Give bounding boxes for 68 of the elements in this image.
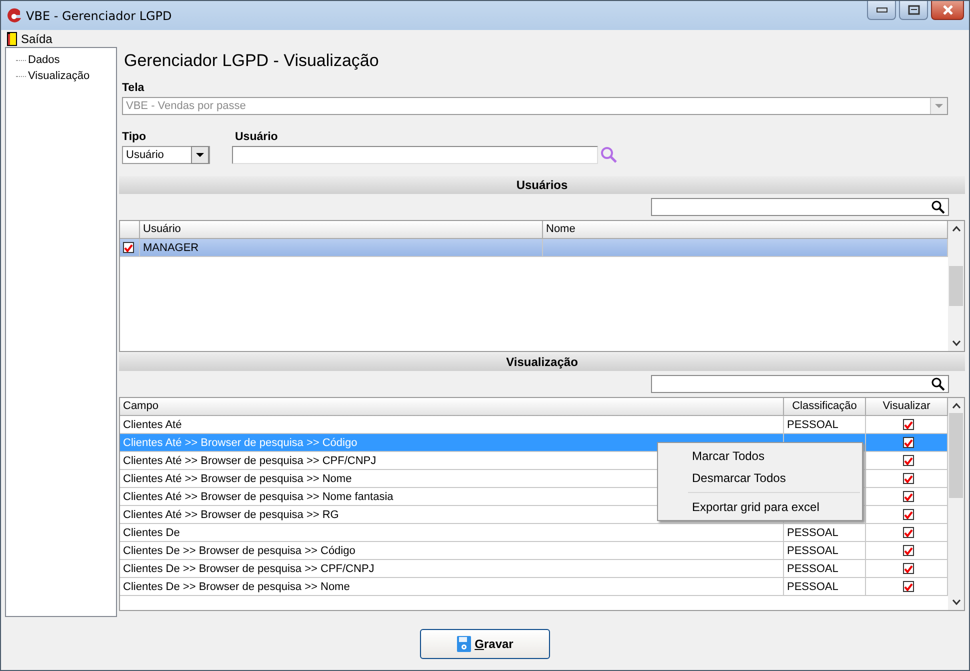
minimize-button[interactable] (867, 1, 896, 20)
checkbox[interactable] (123, 242, 134, 253)
search-icon[interactable] (600, 146, 618, 164)
user-input-field[interactable] (232, 146, 598, 164)
search-field[interactable] (651, 375, 949, 393)
field-label: Tela (122, 82, 146, 94)
type-dropdown[interactable]: Usuário (122, 146, 210, 164)
table-cell: PESSOAL (787, 544, 838, 556)
checkbox[interactable] (902, 455, 914, 466)
table-cell: Clientes Até >> Browser de pesquisa >> Nome (123, 472, 352, 484)
checkbox[interactable] (902, 437, 914, 448)
column-header[interactable]: Usuário (140, 221, 543, 238)
table-cell: PESSOAL (787, 562, 838, 574)
table-row[interactable]: Clientes De >> Browser de pesquisa >> Código PESSOAL (120, 542, 948, 560)
section-header: Visualização (119, 353, 965, 371)
search-icon (931, 377, 945, 391)
section-header: Usuários (119, 176, 965, 194)
tree-item[interactable]: Dados (28, 54, 60, 66)
checkbox[interactable] (902, 581, 914, 592)
checkbox[interactable] (902, 419, 914, 430)
table-cell: Clientes Até >> Browser de pesquisa >> CPF/CNPJ (123, 454, 376, 466)
table-cell: Clientes Até >> Browser de pesquisa >> RG (123, 508, 339, 520)
scrollbar[interactable] (948, 398, 964, 610)
scroll-down-icon[interactable] (952, 340, 960, 346)
table-cell: Clientes De >> Browser de pesquisa >> CPF/CNPJ (123, 562, 374, 574)
app-logo-icon (6, 8, 22, 24)
checkbox[interactable] (902, 473, 914, 484)
table-cell: PESSOAL (787, 580, 838, 592)
menu-item[interactable]: Desmarcar Todos (658, 467, 862, 489)
page-title: Gerenciador LGPD - Visualização (124, 51, 380, 71)
table-row[interactable]: Clientes De >> Browser de pesquisa >> CPF/CNPJ PESSOAL (120, 560, 948, 578)
table-cell: PESSOAL (787, 526, 838, 538)
checkbox[interactable] (902, 563, 914, 574)
checkbox[interactable] (902, 491, 914, 502)
table-cell: PESSOAL (787, 418, 838, 430)
maximize-icon (908, 5, 920, 15)
window-title: VBE - Gerenciador LGPD (26, 8, 172, 22)
menu-item[interactable]: Saída (5, 32, 54, 46)
column-header[interactable]: Campo (120, 398, 784, 415)
table-cell: Clientes Até >> Browser de pesquisa >> Nome fantasia (123, 490, 394, 502)
field-label: Usuário (235, 131, 279, 143)
search-icon (931, 200, 945, 214)
scroll-up-icon[interactable] (952, 226, 960, 232)
table-cell: Clientes De >> Browser de pesquisa >> Nome (123, 580, 350, 592)
column-header[interactable]: Classificação (784, 398, 866, 415)
table-row[interactable]: MANAGER (120, 239, 948, 257)
field-label: Tipo (122, 131, 148, 143)
table-cell: Clientes De (123, 526, 180, 538)
maximize-button[interactable] (899, 1, 928, 20)
tree-item[interactable]: Visualização (28, 70, 90, 82)
checkbox[interactable] (902, 545, 914, 556)
checkbox[interactable] (902, 509, 914, 520)
search-field[interactable] (651, 198, 949, 216)
save-button[interactable]: Gravar (420, 629, 550, 659)
checkbox[interactable] (902, 527, 914, 538)
minimize-icon (876, 7, 888, 13)
close-button[interactable] (931, 1, 964, 20)
door-icon (7, 32, 17, 46)
scroll-down-icon[interactable] (952, 599, 960, 605)
table-cell: MANAGER (143, 242, 199, 254)
table-cell: Clientes Até (123, 418, 182, 430)
scrollbar[interactable] (948, 221, 964, 351)
table-cell: Clientes Até >> Browser de pesquisa >> Código (123, 436, 358, 448)
table-row[interactable]: Clientes De PESSOAL (120, 524, 948, 542)
close-icon (940, 5, 954, 15)
table-cell: Clientes De >> Browser de pesquisa >> Código (123, 544, 356, 556)
scroll-up-icon[interactable] (952, 403, 960, 409)
table-row[interactable]: Clientes De >> Browser de pesquisa >> Nome PESSOAL (120, 578, 948, 596)
